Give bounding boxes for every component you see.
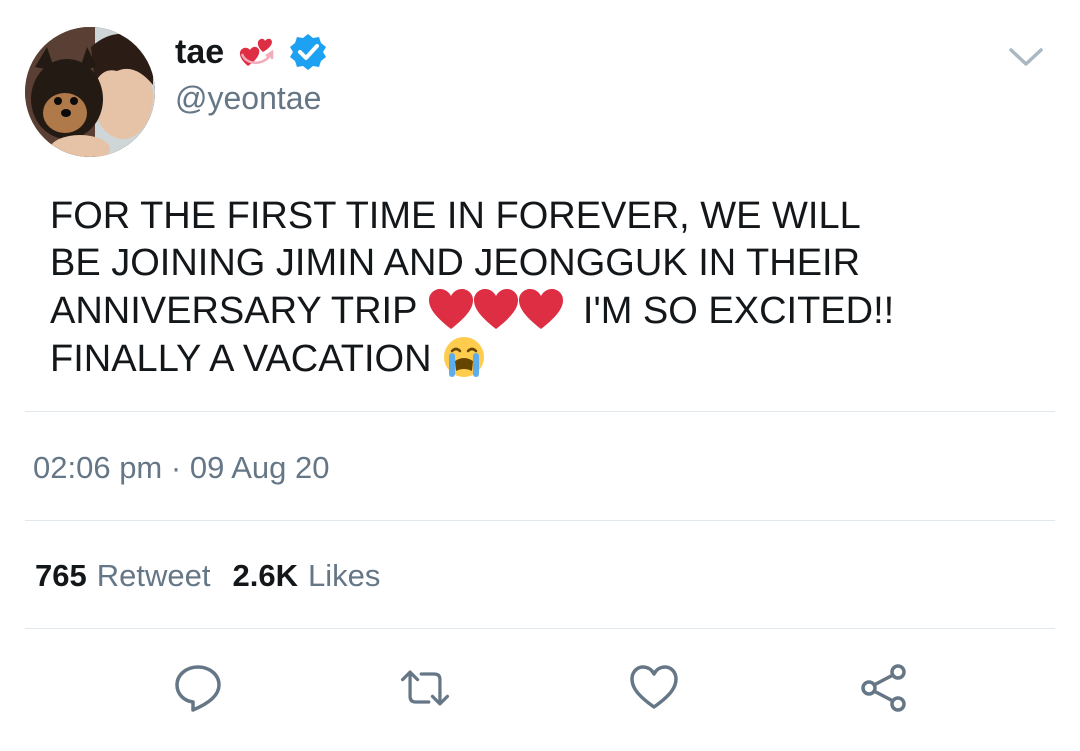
red-heart-emoji-icon	[474, 289, 519, 329]
timestamp-date: 09 Aug 20	[189, 450, 330, 485]
tweet-text: FOR THE FIRST TIME IN FOREVER, WE WILL B…	[50, 193, 1010, 383]
retweet-icon	[400, 670, 450, 706]
timestamp-separator: ·	[162, 450, 190, 485]
divider	[25, 520, 1055, 521]
tweet-text-line: ANNIVERSARY TRIP I'M SO EXCITED!!	[50, 287, 1010, 335]
verified-icon	[288, 32, 328, 72]
loudly-crying-face-emoji-icon	[444, 337, 485, 377]
display-name: tae	[175, 32, 225, 71]
share-icon	[861, 664, 906, 712]
heart-icon	[630, 665, 678, 709]
timestamp-time: 02:06 pm	[33, 450, 163, 485]
tweet-text-line: BE JOINING JIMIN AND JEONGGUK IN THEIR	[50, 242, 861, 284]
chevron-down-icon[interactable]	[1006, 42, 1046, 72]
tweet-text-segment: FINALLY A VACATION	[50, 338, 432, 380]
revolving-hearts-emoji-icon	[236, 32, 276, 72]
tweet-text-segment: I'M SO EXCITED!!	[582, 290, 895, 332]
red-heart-emoji-icon	[429, 289, 474, 329]
divider	[25, 628, 1055, 629]
avatar-image	[25, 27, 155, 157]
tweet-text-segment: ANNIVERSARY TRIP	[50, 290, 417, 332]
like-button[interactable]	[626, 660, 682, 716]
avatar[interactable]	[25, 27, 155, 157]
like-count[interactable]: 2.6K	[232, 558, 297, 594]
red-hearts-emoji-group	[427, 287, 564, 331]
user-handle[interactable]: @yeontae	[175, 80, 321, 117]
display-name-row[interactable]: tae	[175, 30, 328, 74]
tweet-text-line: FOR THE FIRST TIME IN FOREVER, WE WILL	[50, 195, 861, 237]
divider	[25, 411, 1055, 412]
tweet-timestamp[interactable]: 02:06 pm · 09 Aug 20	[33, 450, 329, 486]
reply-icon	[175, 665, 221, 712]
retweet-label[interactable]: Retweet	[97, 558, 211, 594]
tweet-text-line: FINALLY A VACATION	[50, 335, 1010, 383]
like-label[interactable]: Likes	[308, 558, 380, 594]
share-button[interactable]	[856, 660, 912, 716]
tweet-action-bar	[0, 660, 1080, 720]
tweet-stats: 765 Retweet 2.6K Likes	[35, 558, 402, 594]
reply-button[interactable]	[170, 660, 226, 716]
retweet-count[interactable]: 765	[35, 558, 87, 594]
red-heart-emoji-icon	[519, 289, 564, 329]
retweet-button[interactable]	[397, 660, 453, 716]
